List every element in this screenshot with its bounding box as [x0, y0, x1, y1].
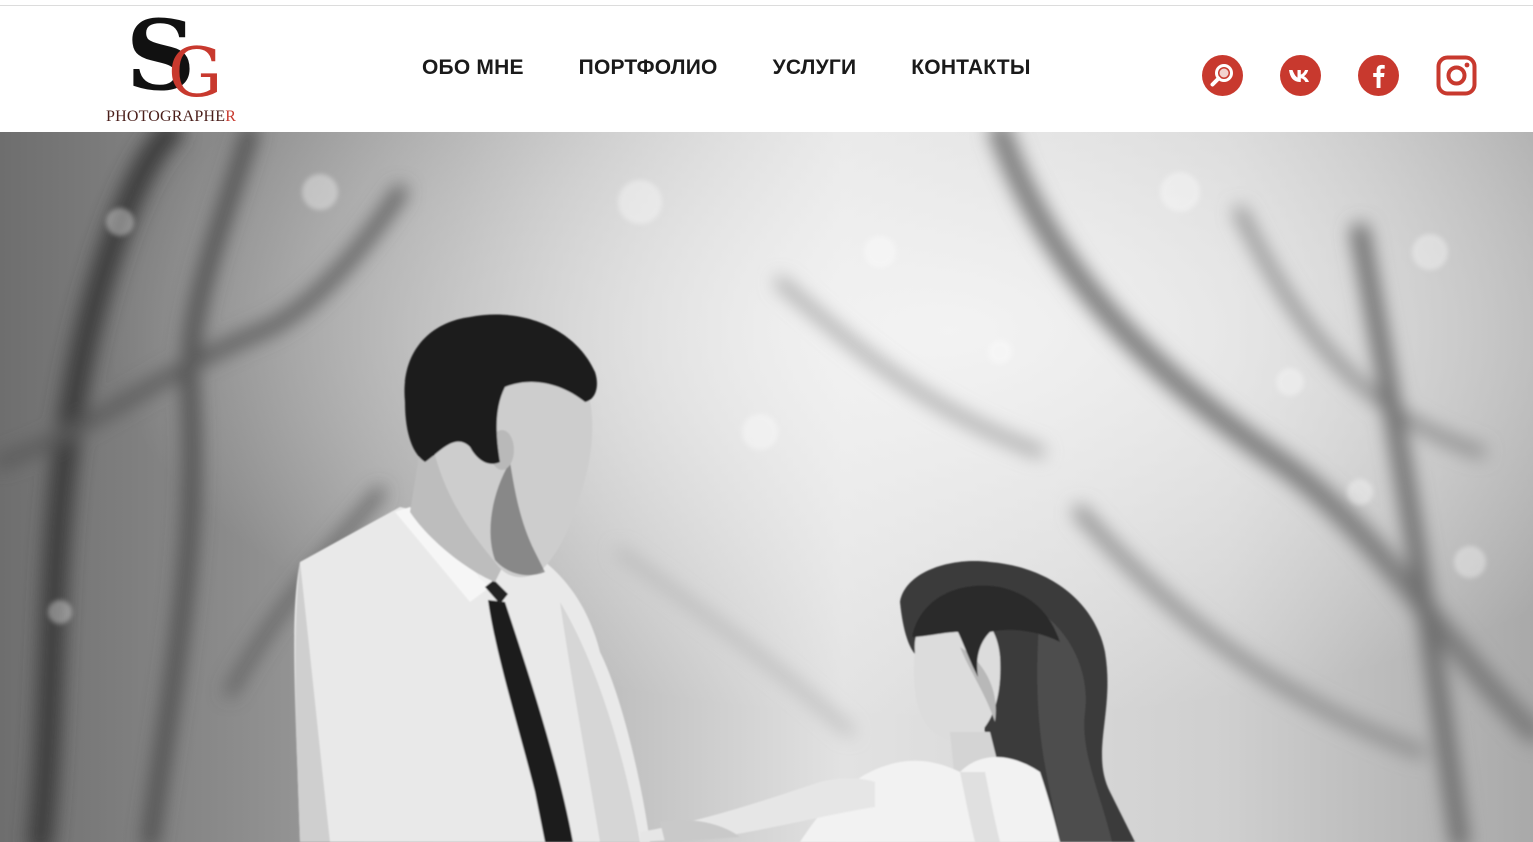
- nav-item-contacts[interactable]: КОНТАКТЫ: [911, 56, 1030, 86]
- nav-item-services[interactable]: УСЛУГИ: [773, 56, 857, 86]
- hero-image: [0, 132, 1533, 842]
- nav-item-about[interactable]: ОБО МНЕ: [422, 56, 524, 86]
- logo-letter-g: G: [168, 34, 223, 113]
- search-icon[interactable]: [1202, 55, 1243, 96]
- instagram-icon[interactable]: [1436, 55, 1477, 96]
- facebook-icon[interactable]: [1358, 55, 1399, 96]
- main-nav: ОБО МНЕ ПОРТФОЛИО УСЛУГИ КОНТАКТЫ: [422, 56, 1086, 86]
- hero-photo: [0, 132, 1533, 842]
- logo-tagline-main: PHOTOGRAPHE: [106, 108, 226, 125]
- logo[interactable]: S G PHOTOGRAPHER: [104, 8, 248, 132]
- logo-tagline-end: R: [225, 108, 237, 125]
- logo-tagline: PHOTOGRAPHER: [106, 108, 246, 126]
- site-header: S G PHOTOGRAPHER ОБО МНЕ ПОРТФОЛИО УСЛУГ…: [0, 6, 1533, 132]
- nav-item-portfolio[interactable]: ПОРТФОЛИО: [579, 56, 718, 86]
- vk-icon[interactable]: [1280, 55, 1321, 96]
